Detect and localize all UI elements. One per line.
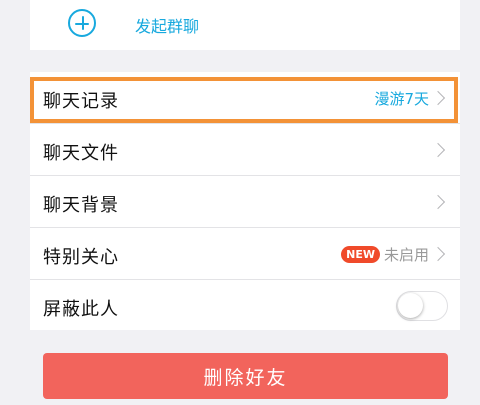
delete-friend-button[interactable]: 删除好友 [43,353,448,399]
special-care-status: 未启用 [383,245,429,264]
chat-background-label: 聊天背景 [43,195,119,216]
special-care-row[interactable]: 特别关心 NEW 未启用 [30,228,460,280]
chevron-right-icon [430,90,446,106]
chevron-right-icon [430,246,446,262]
chat-history-row[interactable]: 聊天记录 漫游7天 [30,72,460,124]
special-care-label: 特别关心 [43,247,119,268]
chat-files-label: 聊天文件 [43,143,119,164]
block-contact-toggle[interactable] [396,291,448,321]
new-badge: NEW [341,245,380,263]
chat-background-value-group [430,192,446,212]
start-group-row[interactable]: 发起群聊 [30,0,460,50]
chat-history-value-group: 漫游7天 [374,88,446,108]
roaming-days-value: 漫游7天 [374,89,429,108]
settings-list: 聊天记录 漫游7天 聊天文件 聊天背景 特别关心 NEW 未启用 屏蔽此人 [30,72,460,330]
chevron-right-icon [430,142,446,158]
chevron-right-icon [430,194,446,210]
chat-background-row[interactable]: 聊天背景 [30,176,460,228]
plus-circle-icon [68,9,96,37]
toggle-knob [398,293,423,318]
chat-history-label: 聊天记录 [43,91,119,112]
chat-files-row[interactable]: 聊天文件 [30,124,460,176]
start-group-label: 发起群聊 [135,17,200,36]
block-contact-row: 屏蔽此人 [30,280,460,331]
chat-files-value-group [430,140,446,160]
special-care-value-group: NEW 未启用 [341,244,446,264]
block-contact-label: 屏蔽此人 [43,299,119,320]
